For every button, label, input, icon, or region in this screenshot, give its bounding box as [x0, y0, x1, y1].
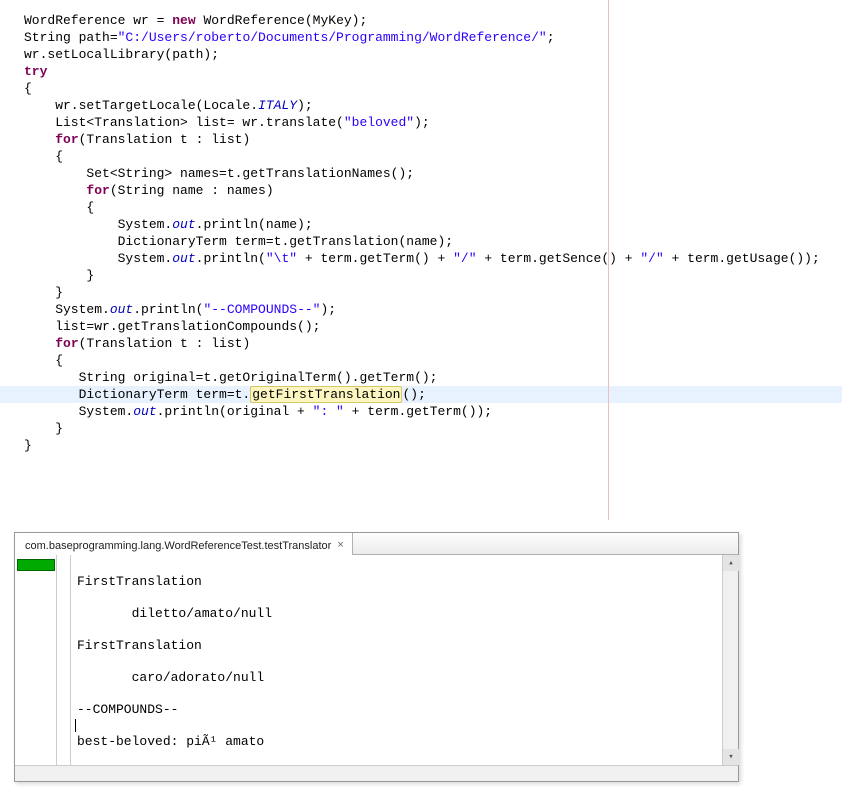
code-line: System.out.println(original + ": " + ter… [24, 403, 842, 420]
code-line: System.out.println("--COMPOUNDS--"); [24, 301, 842, 318]
output-line: --COMPOUNDS-- [77, 702, 716, 718]
code-line: System.out.println(name); [24, 216, 842, 233]
code-line: list=wr.getTranslationCompounds(); [24, 318, 842, 335]
code-editor[interactable]: WordReference wr = new WordReference(MyK… [0, 0, 842, 520]
horizontal-scrollbar[interactable] [15, 765, 738, 781]
tab-label: com.baseprogramming.lang.WordReferenceTe… [25, 540, 331, 552]
code-line: { [24, 148, 842, 165]
code-line: System.out.println("\t" + term.getTerm()… [24, 250, 842, 267]
output-line: diletto/amato/null [77, 606, 716, 622]
code-line: Set<String> names=t.getTranslationNames(… [24, 165, 842, 182]
output-line: best-beloved: piÃ¹ amato [77, 734, 716, 750]
output-line: FirstTranslation [77, 638, 716, 654]
tab-bar: com.baseprogramming.lang.WordReferenceTe… [15, 533, 738, 555]
code-line: DictionaryTerm term=t.getTranslation(nam… [24, 233, 842, 250]
test-progress-bar [17, 559, 55, 571]
console-output[interactable]: FirstTranslation diletto/amato/null Firs… [71, 555, 722, 765]
text-caret [75, 719, 76, 732]
close-icon[interactable]: × [337, 540, 343, 551]
code-line: wr.setLocalLibrary(path); [24, 46, 842, 63]
scroll-down-icon[interactable]: ▾ [723, 749, 739, 765]
scroll-up-icon[interactable]: ▴ [723, 555, 739, 571]
code-line: for(String name : names) [24, 182, 842, 199]
code-line: String original=t.getOriginalTerm().getT… [24, 369, 842, 386]
test-progress-column [15, 555, 57, 765]
vertical-scrollbar[interactable]: ▴ ▾ [722, 555, 738, 765]
code-line-highlighted: DictionaryTerm term=t.getFirstTranslatio… [0, 386, 842, 403]
code-line: WordReference wr = new WordReference(MyK… [24, 12, 842, 29]
code-line: } [24, 420, 842, 437]
code-line: { [24, 80, 842, 97]
console-tab[interactable]: com.baseprogramming.lang.WordReferenceTe… [15, 533, 353, 555]
print-margin [608, 0, 609, 520]
code-line: { [24, 199, 842, 216]
console-body: FirstTranslation diletto/amato/null Firs… [15, 555, 738, 765]
code-line: } [24, 437, 842, 454]
code-line: for(Translation t : list) [24, 335, 842, 352]
output-line: FirstTranslation [77, 574, 716, 590]
console-panel: com.baseprogramming.lang.WordReferenceTe… [14, 532, 739, 782]
code-line: } [24, 284, 842, 301]
code-line: { [24, 352, 842, 369]
code-line: try [24, 63, 842, 80]
console-gutter [57, 555, 71, 765]
code-line: String path="C:/Users/roberto/Documents/… [24, 29, 842, 46]
code-line: wr.setTargetLocale(Locale.ITALY); [24, 97, 842, 114]
code-line: for(Translation t : list) [24, 131, 842, 148]
code-line: List<Translation> list= wr.translate("be… [24, 114, 842, 131]
code-line: } [24, 267, 842, 284]
output-line: caro/adorato/null [77, 670, 716, 686]
